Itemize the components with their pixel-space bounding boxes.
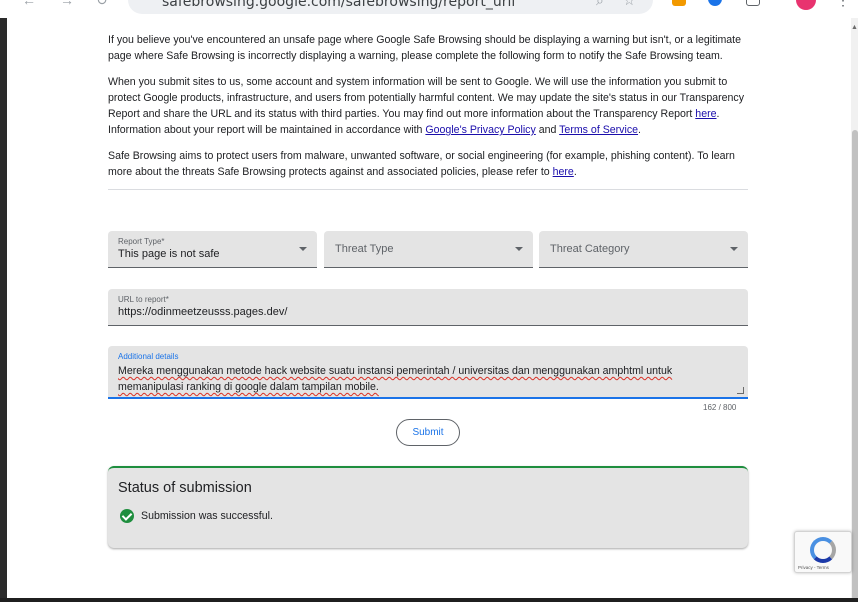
address-bar-url[interactable]: safebrowsing.google.com/safebrowsing/rep… [162, 0, 515, 10]
submit-button[interactable]: Submit [396, 419, 460, 446]
forward-arrow-icon[interactable]: → [60, 0, 74, 8]
page-scrollbar[interactable]: ▲ [851, 18, 858, 600]
shield-extension-icon[interactable] [708, 0, 722, 6]
intro-text: If you believe you've encountered an uns… [108, 32, 748, 190]
intro-paragraph-1: If you believe you've encountered an uns… [108, 32, 748, 64]
scrollbar-thumb[interactable] [852, 130, 858, 600]
intro-p3-text-b: . [573, 166, 577, 178]
taskbar-edge [0, 598, 858, 602]
intro-p2-text-c: and [535, 124, 560, 136]
intro-p3-text-a: Safe Browsing aims to protect users from… [108, 150, 735, 178]
threat-category-select[interactable]: Threat Category [539, 231, 748, 268]
desktop-edge [0, 0, 7, 602]
intro-p2-text-d: . [638, 124, 641, 136]
zoom-icon[interactable]: ⌕ [596, 0, 604, 9]
recaptcha-links[interactable]: Privacy - Terms [798, 565, 829, 570]
resize-handle-icon[interactable] [737, 387, 744, 394]
reload-icon[interactable]: ↻ [96, 0, 108, 9]
success-check-icon [120, 509, 134, 523]
details-text[interactable]: Mereka menggunakan metode hack website s… [118, 363, 718, 395]
status-title: Status of submission [118, 480, 252, 496]
details-label: Additional details [118, 352, 179, 361]
sidepanel-icon[interactable] [746, 0, 760, 6]
threat-category-placeholder: Threat Category [550, 243, 630, 255]
menu-dots-icon[interactable]: ⋮ [836, 0, 850, 9]
report-type-label: Report Type* [118, 237, 165, 246]
scroll-up-arrow-icon[interactable]: ▲ [851, 24, 858, 31]
browser-toolbar: ← → ↻ safebrowsing.google.com/safebrowsi… [0, 0, 858, 18]
status-message: Submission was successful. [141, 510, 273, 522]
back-arrow-icon[interactable]: ← [22, 0, 36, 8]
chevron-down-icon [515, 247, 523, 251]
recaptcha-badge[interactable]: Privacy - Terms [794, 531, 852, 573]
transparency-report-link[interactable]: here [695, 108, 716, 120]
threat-type-placeholder: Threat Type [335, 243, 394, 255]
report-type-value: This page is not safe [118, 248, 220, 260]
intro-paragraph-3: Safe Browsing aims to protect users from… [108, 148, 748, 180]
chevron-down-icon [730, 247, 738, 251]
details-value[interactable]: Mereka menggunakan metode hack website s… [118, 365, 672, 393]
threat-type-select[interactable]: Threat Type [324, 231, 533, 268]
chevron-down-icon [299, 247, 307, 251]
url-field-label: URL to report* [118, 295, 169, 304]
extension-icon[interactable] [672, 0, 686, 6]
additional-details-textarea[interactable]: Additional details Mereka menggunakan me… [108, 346, 748, 399]
threats-info-link[interactable]: here [553, 166, 574, 178]
character-counter: 162 / 800 [703, 403, 737, 412]
intro-p2-text-a: When you submit sites to us, some accoun… [108, 76, 745, 120]
url-to-report-field[interactable]: URL to report* https://odinmeetzeusss.pa… [108, 289, 748, 326]
page-viewport: If you believe you've encountered an uns… [7, 18, 851, 598]
report-type-select[interactable]: Report Type* This page is not safe [108, 231, 317, 268]
privacy-policy-link[interactable]: Google's Privacy Policy [425, 124, 535, 136]
bookmark-star-icon[interactable]: ☆ [623, 0, 636, 9]
section-divider [108, 189, 748, 190]
intro-p1-text: If you believe you've encountered an uns… [108, 34, 742, 62]
terms-of-service-link[interactable]: Terms of Service [559, 124, 638, 136]
recaptcha-logo-icon [810, 537, 836, 563]
submission-status-card: Status of submission Submission was succ… [108, 466, 748, 548]
profile-avatar[interactable] [796, 0, 816, 10]
intro-paragraph-2: When you submit sites to us, some accoun… [108, 74, 748, 138]
url-field-value[interactable]: https://odinmeetzeusss.pages.dev/ [118, 306, 287, 318]
